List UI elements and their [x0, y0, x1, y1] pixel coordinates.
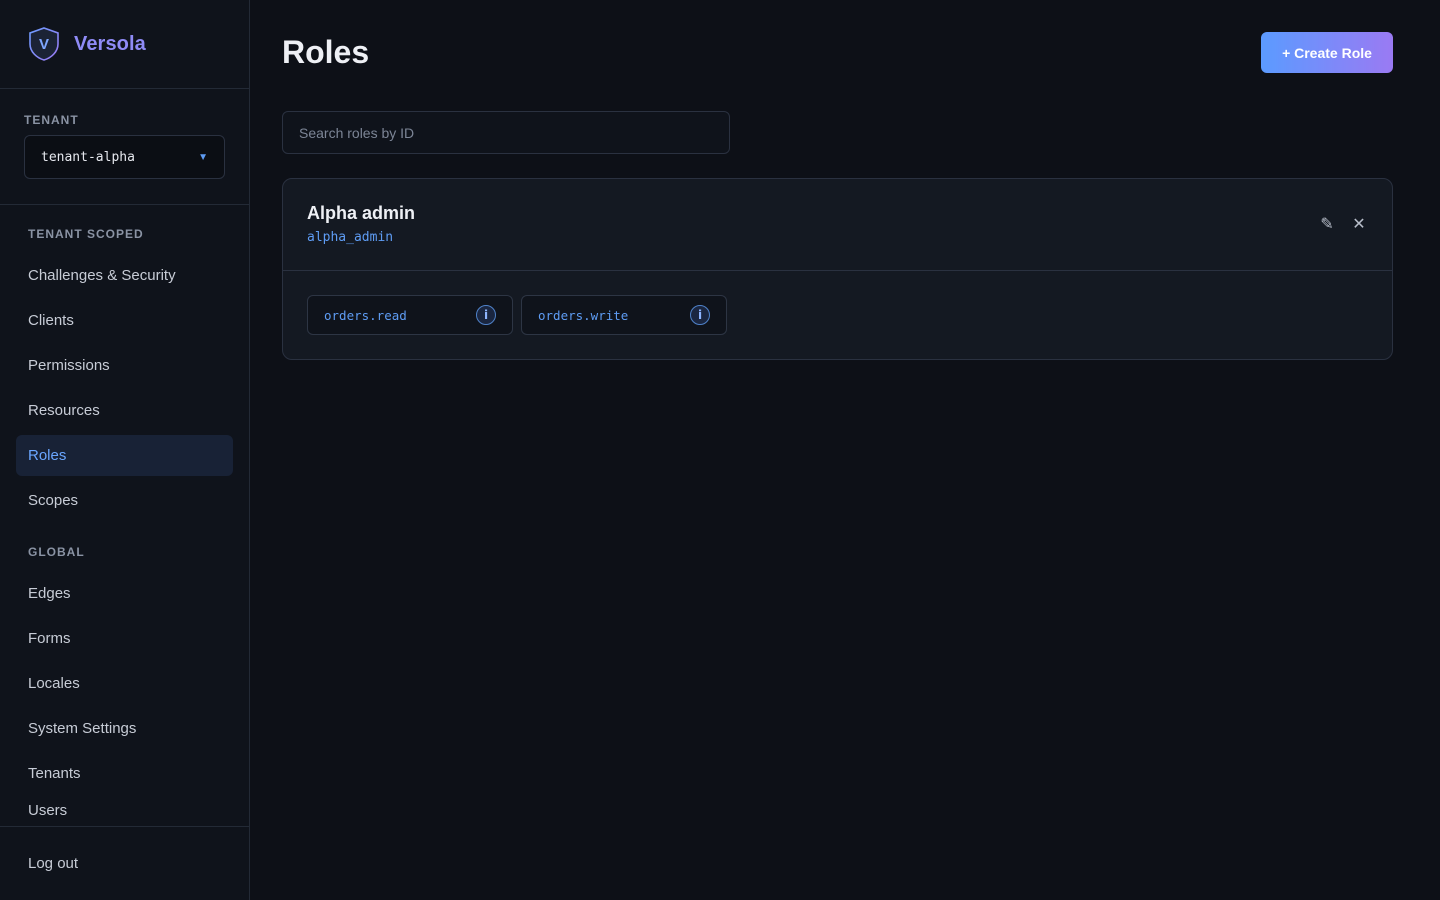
nav-section-global: GLOBAL — [28, 545, 85, 559]
sidebar-item-tenants[interactable]: Tenants — [16, 753, 233, 794]
close-icon[interactable]: ✕ — [1350, 215, 1368, 233]
sidebar-item-system-settings[interactable]: System Settings — [16, 708, 233, 749]
logo-letter: V — [39, 36, 49, 53]
sidebar-item-scopes[interactable]: Scopes — [16, 480, 233, 521]
logout-section: Log out — [0, 826, 249, 900]
role-card-header: Alpha admin alpha_admin ✎ ✕ — [283, 179, 1392, 271]
page-title: Roles — [282, 34, 370, 70]
role-info: Alpha admin alpha_admin — [307, 203, 415, 270]
tenant-selector-section: TENANT tenant-alpha ▼ — [0, 89, 249, 205]
sidebar-item-edges[interactable]: Edges — [16, 573, 233, 614]
role-actions: ✎ ✕ — [1318, 215, 1368, 270]
sidebar-item-locales[interactable]: Locales — [16, 663, 233, 704]
sidebar-item-roles[interactable]: Roles — [16, 435, 233, 476]
edit-pencil-icon[interactable]: ✎ — [1318, 215, 1336, 233]
nav-section-tenant-scoped: TENANT SCOPED — [28, 227, 144, 241]
page-header: Roles + Create Role — [282, 32, 1393, 73]
info-icon[interactable]: i — [690, 305, 710, 325]
role-card: Alpha admin alpha_admin ✎ ✕ orders.read … — [282, 178, 1393, 360]
brand[interactable]: V Versola — [0, 0, 249, 89]
role-name: Alpha admin — [307, 203, 416, 223]
logout-button[interactable]: Log out — [28, 855, 78, 872]
sidebar-item-resources[interactable]: Resources — [16, 390, 233, 431]
tenant-select[interactable]: tenant-alpha ▼ — [24, 135, 225, 179]
permission-chip: orders.write i — [521, 295, 727, 335]
sidebar-item-users[interactable]: Users — [16, 798, 233, 822]
chevron-down-icon: ▼ — [198, 151, 208, 163]
shield-logo-icon: V — [29, 27, 59, 61]
permission-chip: orders.read i — [307, 295, 513, 335]
sidebar: V Versola TENANT tenant-alpha ▼ TENANT S… — [0, 0, 250, 900]
tenant-select-value: tenant-alpha — [41, 149, 135, 165]
sidebar-item-clients[interactable]: Clients — [16, 300, 233, 341]
permission-name: orders.read — [324, 307, 407, 323]
permission-list: orders.read i orders.write i — [283, 271, 1392, 335]
app-root: V Versola TENANT tenant-alpha ▼ TENANT S… — [0, 0, 1440, 900]
brand-name: Versola — [74, 32, 146, 55]
create-role-button[interactable]: + Create Role — [1261, 32, 1393, 73]
sidebar-item-permissions[interactable]: Permissions — [16, 345, 233, 386]
permission-name: orders.write — [538, 307, 629, 323]
sidebar-item-challenges-security[interactable]: Challenges & Security — [16, 255, 233, 296]
sidebar-item-forms[interactable]: Forms — [16, 618, 233, 659]
role-id: alpha_admin — [307, 230, 394, 245]
main-content: Roles + Create Role Alpha admin alpha_ad… — [250, 0, 1440, 900]
search-input[interactable] — [282, 111, 730, 154]
sidebar-nav: TENANT SCOPED Challenges & Security Clie… — [0, 205, 249, 826]
info-icon[interactable]: i — [476, 305, 496, 325]
tenant-label: TENANT — [24, 113, 79, 127]
